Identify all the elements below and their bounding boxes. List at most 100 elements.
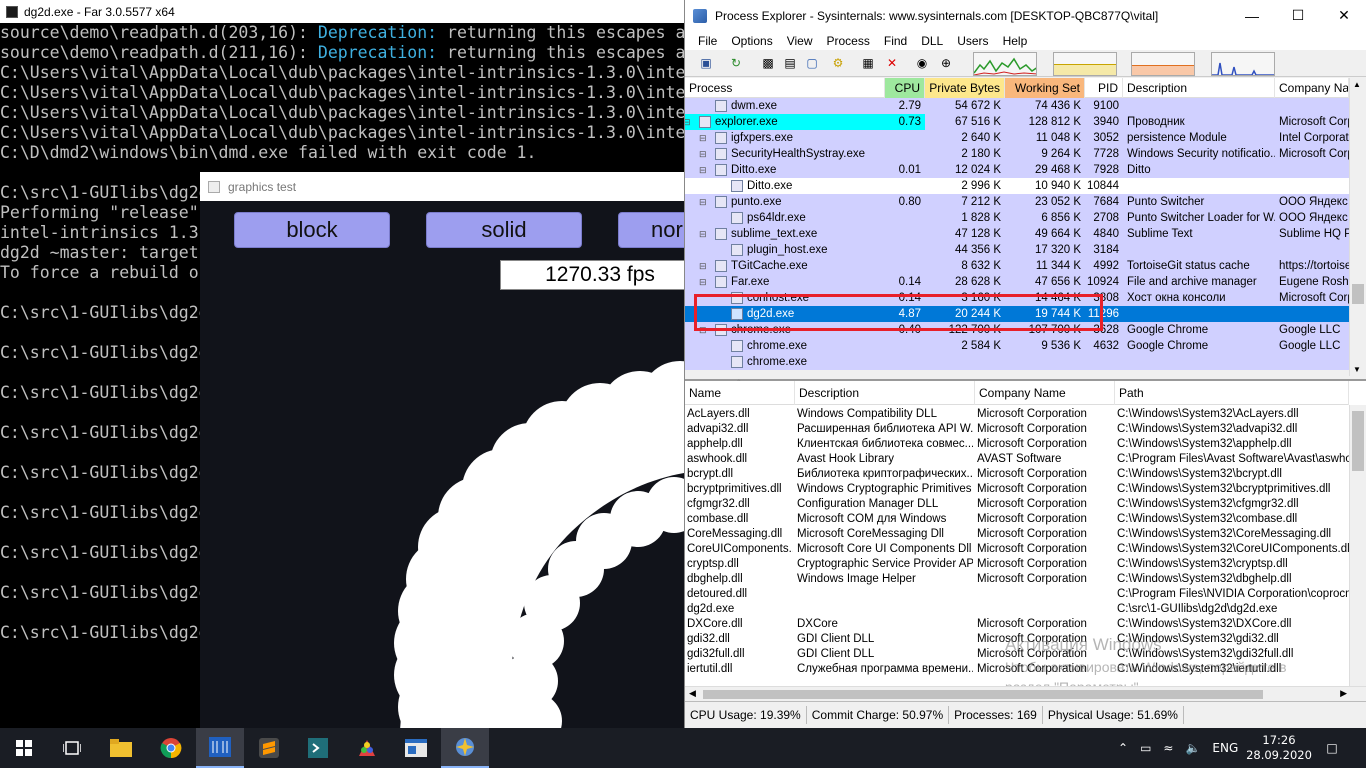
task-view-icon[interactable] [48,728,96,768]
process-row[interactable]: ps64ldr.exe 1 828 K 6 856 K 2708 Punto Switc… [685,210,1349,226]
graphics-titlebar[interactable]: graphics test [200,172,684,201]
dll-row[interactable]: apphelp.dll Клиентская библиотека совмес.… [685,437,1349,452]
process-row[interactable]: Ditto.exe 2 996 K 10 940 K 10844 [685,178,1349,194]
dll-row[interactable]: cfgmgr32.dll Configuration Manager DLL Mic… [685,497,1349,512]
paint-icon[interactable] [343,728,391,768]
menu-process[interactable]: Process [820,34,877,48]
maximize-button[interactable]: ☐ [1275,0,1321,31]
process-row[interactable]: ⊟ Far.exe 0.14 28 628 K 47 656 K 10924 File an… [685,274,1349,290]
collapse-icon[interactable]: ⊟ [699,194,709,210]
dll-row[interactable]: AcLayers.dll Windows Compatibility DLL Mic… [685,407,1349,422]
dll-row[interactable]: dbghelp.dll Windows Image Helper Microsoft… [685,572,1349,587]
gear-icon[interactable]: ⚙ [829,54,847,72]
properties-icon[interactable]: ▤ [781,54,799,72]
save-icon[interactable]: ▣ [697,54,715,72]
dll-col-path[interactable]: Path [1115,381,1349,405]
dll-hscroll-thumb[interactable] [703,690,1263,699]
graphics-canvas[interactable]: block solid nor 1270.33 fps [200,201,684,728]
col-company[interactable]: Company Name [1275,78,1349,98]
dll-row[interactable]: CoreMessaging.dll Microsoft CoreMessaging… [685,527,1349,542]
dll-col-description[interactable]: Description [795,381,975,405]
menu-find[interactable]: Find [877,34,914,48]
notifications-icon[interactable]: □ [1322,728,1342,768]
process-row[interactable]: ⊟ igfxpers.exe 2 640 K 11 048 K 3052 persiste… [685,130,1349,146]
collapse-icon[interactable]: ⊟ [685,114,693,130]
menu-users[interactable]: Users [950,34,995,48]
scroll-left-icon[interactable]: ◀ [689,688,696,699]
process-scrollbar[interactable]: ▲ ▼ [1349,78,1366,376]
process-row[interactable]: dg2d.exe 4.87 20 244 K 19 744 K 11296 [685,306,1349,322]
dll-row[interactable]: dg2d.exe C:\src\1-GUIlibs\dg2d\dg2d.exe [685,602,1349,617]
collapse-icon[interactable]: ⊟ [699,274,709,290]
col-description[interactable]: Description [1123,78,1275,98]
collapse-icon[interactable]: ⊟ [699,162,709,178]
process-row[interactable]: ⊟ explorer.exe0.7367 516 K128 812 K3940Пр… [685,114,1349,130]
block-button[interactable]: block [234,212,390,248]
process-explorer-icon[interactable] [441,728,489,768]
dll-row[interactable]: CoreUIComponents.... Microsoft Core UI Co… [685,542,1349,557]
far-titlebar[interactable]: dg2d.exe - Far 3.0.5577 x64 [0,0,684,23]
collapse-icon[interactable]: ⊟ [699,130,709,146]
minimize-button[interactable]: — [1229,0,1275,31]
scroll-down-icon[interactable]: ▼ [1353,365,1361,374]
language-indicator[interactable]: ENG [1212,741,1238,755]
menu-help[interactable]: Help [996,34,1035,48]
chrome-icon[interactable] [147,728,195,768]
solid-button[interactable]: solid [426,212,582,248]
sublime-icon[interactable] [245,728,293,768]
col-working-set[interactable]: Working Set [1005,78,1085,98]
clock[interactable]: 17:26 28.09.2020 [1246,728,1312,768]
process-row[interactable]: ⊟ SecurityHealthSystray.exe 2 180 K 9 264 K… [685,146,1349,162]
window-icon[interactable] [392,728,440,768]
process-tree[interactable]: Process CPU Private Bytes Working Set PI… [685,78,1349,376]
col-pid[interactable]: PID [1085,78,1123,98]
close-button[interactable]: ✕ [1321,0,1366,31]
wifi-icon[interactable]: ≈ [1163,741,1173,755]
scroll-up-icon[interactable]: ▲ [1353,80,1361,89]
show-tree-icon[interactable]: ▦ [859,54,877,72]
process-row[interactable]: ⊟ Ditto.exe 0.01 12 024 K 29 468 K 7928 Ditto [685,162,1349,178]
file-explorer-icon[interactable] [97,728,145,768]
dll-scroll-thumb[interactable] [1352,411,1364,471]
find-icon[interactable]: ◉ [913,54,931,72]
battery-icon[interactable]: ▭ [1140,741,1151,755]
dll-row[interactable]: bcryptprimitives.dll Windows Cryptographi… [685,482,1349,497]
start-icon[interactable] [0,728,48,768]
dll-row[interactable]: advapi32.dll Расширенная библиотека API W… [685,422,1349,437]
dll-pane[interactable]: ⌃ Name Description Company Name Path AcL… [685,378,1366,701]
dll-row[interactable]: aswhook.dll Avast Hook Library AVAST Softw… [685,452,1349,467]
process-scroll-thumb[interactable] [1352,284,1364,304]
collapse-icon[interactable]: ⊟ [699,146,709,162]
col-cpu[interactable]: CPU [885,78,925,98]
process-row[interactable]: ⊟ TGitCache.exe 8 632 K 11 344 K 4992 Tortois… [685,258,1349,274]
process-row[interactable]: dwm.exe 2.79 54 672 K 74 436 K 9100 [685,98,1349,114]
process-row[interactable]: ⊟ sublime_text.exe 47 128 K 49 664 K 4840 Sub… [685,226,1349,242]
cpu-graph[interactable] [973,52,1037,76]
dll-scrollbar[interactable] [1349,405,1366,686]
graphics-test-window[interactable]: graphics test block solid nor 1270.33 fp… [200,172,684,728]
process-row[interactable]: conhost.exe 0.14 3 160 K 14 464 K 3808 Хост о… [685,290,1349,306]
dll-row[interactable]: DXCore.dll DXCore Microsoft Corporation C:\… [685,617,1349,632]
network-graph[interactable] [1211,52,1275,76]
dll-row[interactable]: combase.dll Microsoft COM для Windows Micr… [685,512,1349,527]
window-icon[interactable]: ▢ [803,54,821,72]
menu-options[interactable]: Options [724,34,779,48]
dll-row[interactable]: cryptsp.dll Cryptographic Service Provide… [685,557,1349,572]
menu-view[interactable]: View [780,34,820,48]
far-icon[interactable] [196,728,244,768]
kill-process-icon[interactable]: ✕ [883,54,901,72]
process-row[interactable]: ⊟ punto.exe 0.80 7 212 K 23 052 K 7684 Punto S… [685,194,1349,210]
crosshair-icon[interactable]: ⊕ [937,54,955,72]
collapse-icon[interactable]: ⊟ [699,258,709,274]
col-process[interactable]: Process [685,78,885,98]
menu-file[interactable]: File [691,34,724,48]
process-explorer-window[interactable]: Process Explorer - Sysinternals: www.sys… [684,0,1366,728]
refresh-icon[interactable]: ↻ [727,54,745,72]
col-private-bytes[interactable]: Private Bytes [925,78,1005,98]
menu-dll[interactable]: DLL [914,34,950,48]
dll-hscrollbar[interactable]: ◀ ▶ [685,686,1366,701]
dll-row[interactable]: detoured.dll C:\Program Files\NVIDIA Corp… [685,587,1349,602]
collapse-icon[interactable]: ⊟ [699,226,709,242]
io-graph[interactable] [1131,52,1195,76]
nonzero-button[interactable]: nor [618,212,684,248]
